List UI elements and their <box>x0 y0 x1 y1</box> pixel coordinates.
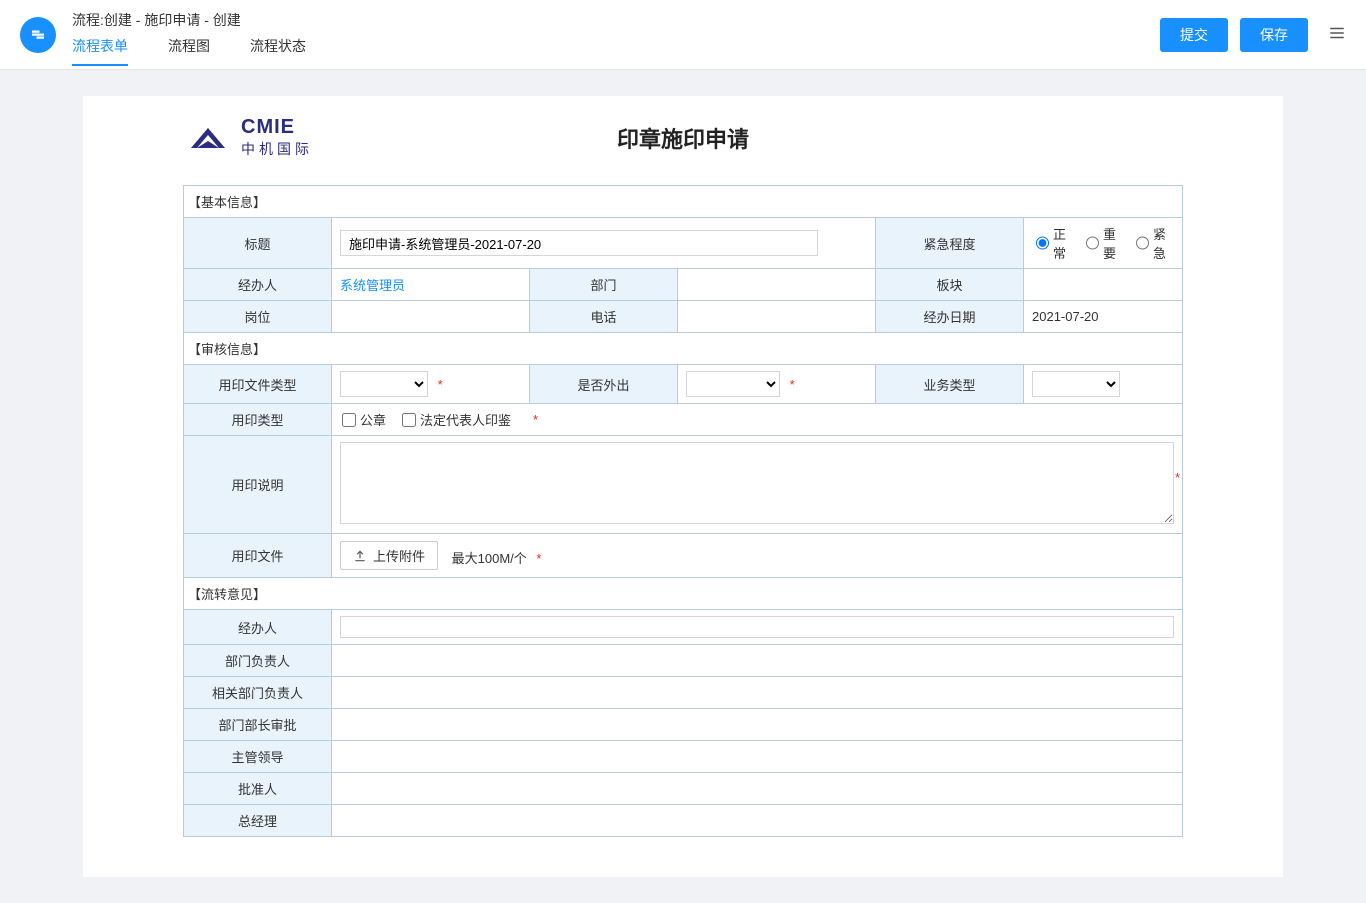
tab-bar: 流程表单 流程图 流程状态 <box>72 36 1160 66</box>
label-op-dept-head: 部门负责人 <box>184 645 332 677</box>
form-header: CMIE 中机国际 印章施印申请 <box>183 116 1183 159</box>
header-bar: 流程:创建 - 施印申请 - 创建 流程表单 流程图 流程状态 提交 保存 <box>0 0 1366 70</box>
label-seal-file: 用印文件 <box>184 534 332 578</box>
required-icon: * <box>790 377 795 392</box>
title-input[interactable] <box>340 230 818 256</box>
form-table: 【基本信息】 标题 紧急程度 正常 重要 紧急 经办人 系统管理员 <box>183 185 1183 837</box>
label-op-leader: 主管领导 <box>184 741 332 773</box>
upload-hint: 最大100M/个 <box>452 551 527 566</box>
label-op-handler: 经办人 <box>184 610 332 645</box>
block-value <box>1024 269 1183 301</box>
urgency-radio-important[interactable]: 重要 <box>1086 224 1124 262</box>
required-icon: * <box>1175 470 1180 485</box>
tab-diagram[interactable]: 流程图 <box>168 36 210 66</box>
label-seal-type: 用印类型 <box>184 404 332 436</box>
section-basic: 【基本信息】 <box>184 186 1183 218</box>
biz-type-select[interactable] <box>1032 371 1120 397</box>
label-handle-date: 经办日期 <box>876 301 1024 333</box>
tab-form[interactable]: 流程表单 <box>72 36 128 66</box>
is-out-select[interactable] <box>686 371 780 397</box>
op-dept-chief-value <box>332 709 1183 741</box>
label-urgency: 紧急程度 <box>876 218 1024 269</box>
required-icon: * <box>438 377 443 392</box>
op-dept-head-value <box>332 645 1183 677</box>
label-biz-type: 业务类型 <box>876 365 1024 404</box>
label-seal-desc: 用印说明 <box>184 436 332 534</box>
section-audit: 【审核信息】 <box>184 333 1183 365</box>
menu-icon[interactable] <box>1328 24 1346 45</box>
required-icon: * <box>533 412 538 427</box>
label-title: 标题 <box>184 218 332 269</box>
app-logo-icon <box>20 17 56 53</box>
department-value <box>678 269 876 301</box>
seal-type-checkbox-group: 公章 法定代表人印鉴 * <box>340 410 1174 429</box>
op-approver-value <box>332 773 1183 805</box>
label-phone: 电话 <box>530 301 678 333</box>
page-title: 印章施印申请 <box>183 122 1183 154</box>
handle-date-value: 2021-07-20 <box>1024 301 1183 333</box>
label-op-approver: 批准人 <box>184 773 332 805</box>
tab-status[interactable]: 流程状态 <box>250 36 306 66</box>
phone-value <box>678 301 876 333</box>
label-file-type: 用印文件类型 <box>184 365 332 404</box>
op-rel-dept-head-value <box>332 677 1183 709</box>
file-type-select[interactable] <box>340 371 428 397</box>
submit-button[interactable]: 提交 <box>1160 18 1228 52</box>
op-leader-value <box>332 741 1183 773</box>
label-position: 岗位 <box>184 301 332 333</box>
op-handler-input[interactable] <box>340 616 1174 638</box>
urgency-radio-urgent[interactable]: 紧急 <box>1136 224 1174 262</box>
breadcrumb: 流程:创建 - 施印申请 - 创建 <box>72 0 1160 36</box>
label-op-rel-dept-head: 相关部门负责人 <box>184 677 332 709</box>
save-button[interactable]: 保存 <box>1240 18 1308 52</box>
upload-icon <box>353 549 367 563</box>
content-wrapper: CMIE 中机国际 印章施印申请 【基本信息】 标题 紧急程度 <box>0 70 1366 903</box>
header-actions: 提交 保存 <box>1160 18 1346 52</box>
upload-button[interactable]: 上传附件 <box>340 541 438 570</box>
position-value <box>332 301 530 333</box>
label-is-out: 是否外出 <box>530 365 678 404</box>
label-handler: 经办人 <box>184 269 332 301</box>
handler-link[interactable]: 系统管理员 <box>340 278 405 293</box>
label-op-gm: 总经理 <box>184 805 332 837</box>
seal-official-checkbox[interactable]: 公章 <box>342 410 386 429</box>
op-gm-value <box>332 805 1183 837</box>
seal-legal-checkbox[interactable]: 法定代表人印鉴 <box>402 410 511 429</box>
form-paper: CMIE 中机国际 印章施印申请 【基本信息】 标题 紧急程度 <box>83 96 1283 877</box>
section-flow: 【流转意见】 <box>184 578 1183 610</box>
required-icon: * <box>536 551 541 566</box>
urgency-radio-normal[interactable]: 正常 <box>1036 224 1074 262</box>
label-block: 板块 <box>876 269 1024 301</box>
label-op-dept-chief: 部门部长审批 <box>184 709 332 741</box>
urgency-radio-group: 正常 重要 紧急 <box>1032 224 1174 262</box>
label-department: 部门 <box>530 269 678 301</box>
seal-desc-textarea[interactable] <box>340 442 1174 524</box>
company-logo-mark-icon <box>183 122 233 154</box>
